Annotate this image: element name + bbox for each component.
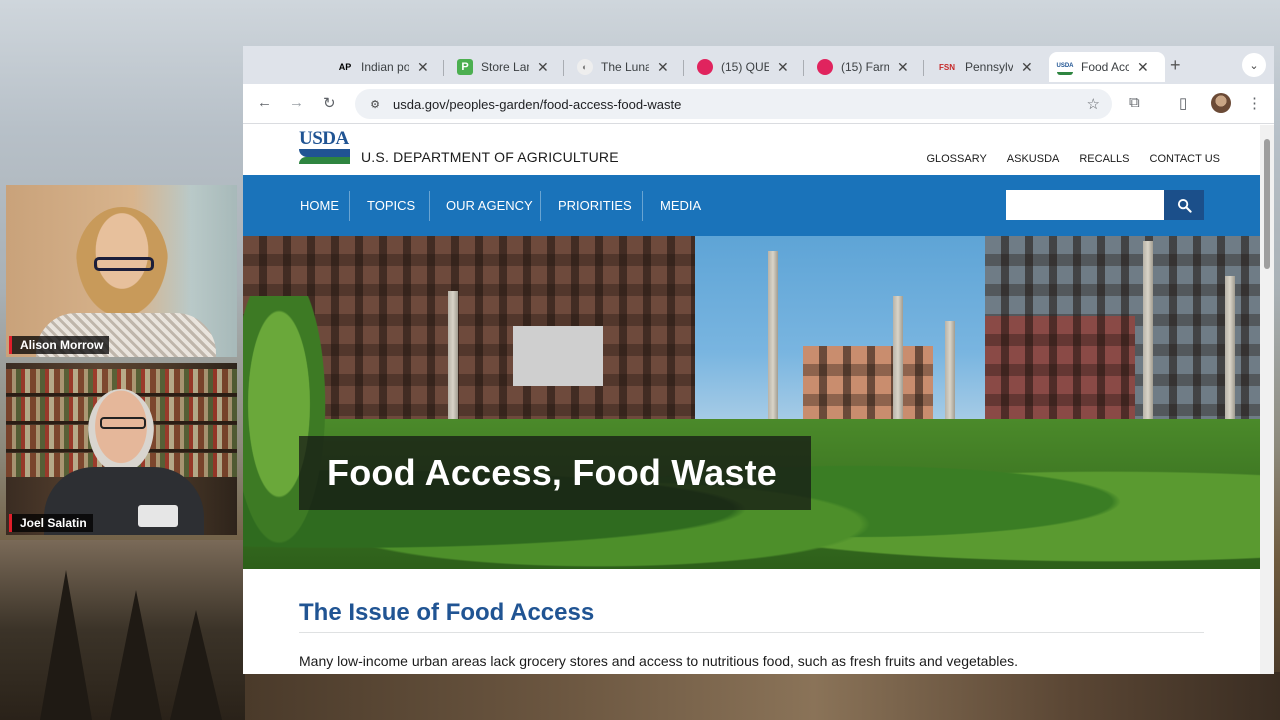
fsn-favicon-icon: FSN [939,62,955,72]
reload-icon[interactable]: ↻ [323,94,336,112]
tab-separator [803,60,804,76]
nav-item-topics[interactable]: TOPICS [367,175,415,236]
department-name: U.S. DEPARTMENT OF AGRICULTURE [361,149,619,165]
profile-avatar[interactable] [1211,93,1231,113]
glasses [94,257,154,271]
new-tab-plus-icon[interactable]: + [1170,55,1181,76]
nav-divider [642,191,643,221]
logo-green-swoosh [299,157,350,164]
browser-tab-active[interactable]: USDA Food Acc ✕ [1049,52,1165,82]
tab-separator [923,60,924,76]
page-scrollbar[interactable] [1260,125,1274,674]
nav-item-our-agency[interactable]: OUR AGENCY [446,175,533,236]
browser-tab[interactable]: P Store Lane ✕ [449,52,557,82]
hero-banner: Food Access, Food Waste [243,236,1260,569]
utility-link-askusda[interactable]: ASKUSDA [1007,153,1060,165]
site-search-input[interactable] [1006,190,1164,220]
more-menu-icon[interactable]: ⋮ [1247,94,1262,112]
nav-divider [540,191,541,221]
desktop-wallpaper-rocks [245,672,1280,720]
tree-silhouette [40,570,92,720]
search-icon [1177,198,1192,213]
nav-divider [349,191,350,221]
video-tile-participant-1[interactable]: Alison Morrow [6,185,237,357]
tab-search-chevron-icon[interactable]: ⌄ [1242,53,1266,77]
close-tab-icon[interactable]: ✕ [897,59,909,76]
shirt-logo [138,505,178,527]
browser-tab[interactable]: (15) Farm ✕ [809,52,917,82]
desktop-wallpaper-trees [0,540,245,720]
garden-leaves-image [243,296,333,566]
tab-title: Pennsylva [965,60,1013,74]
participant-name-tag: Alison Morrow [9,336,110,354]
tab-title: Indian poli [361,60,409,74]
section-paragraph: Many low-income urban areas lack grocery… [299,653,1019,669]
extensions-puzzle-icon[interactable]: ⧉ [1129,94,1140,111]
site-settings-icon[interactable]: ⚙ [367,96,383,112]
tree-silhouette [170,610,222,720]
browser-window: AP Indian poli ✕ P Store Lane ✕ ◐ The Lu… [243,46,1274,674]
page-title: Food Access, Food Waste [327,452,777,493]
browser-tab[interactable]: ◐ The Lunar ✕ [569,52,677,82]
building-sign-image [513,326,603,386]
tree-silhouette [110,590,162,720]
side-panel-icon[interactable]: ▯ [1179,94,1187,112]
close-tab-icon[interactable]: ✕ [537,59,549,76]
tab-separator [683,60,684,76]
web-page: USDA U.S. DEPARTMENT OF AGRICULTURE GLOS… [243,125,1260,674]
browser-tab[interactable]: FSN Pennsylva ✕ [929,52,1041,82]
utility-link-contact-us[interactable]: CONTACT US [1150,153,1221,165]
tab-strip: AP Indian poli ✕ P Store Lane ✕ ◐ The Lu… [243,46,1274,84]
usda-logo-text: USDA [299,128,349,149]
utility-link-recalls[interactable]: RECALLS [1079,153,1129,165]
logo-blue-swoosh [299,149,350,157]
tab-title: (15) Farm [841,60,889,74]
bookmark-star-icon[interactable]: ☆ [1087,95,1100,113]
close-tab-icon[interactable]: ✕ [657,59,669,76]
usda-favicon-icon: USDA [1057,59,1074,75]
red-dot-favicon-icon [697,59,713,75]
nav-divider [429,191,430,221]
site-header: USDA U.S. DEPARTMENT OF AGRICULTURE GLOS… [243,125,1260,175]
browser-tab[interactable]: (15) QUE ✕ [689,52,797,82]
section-heading: The Issue of Food Access [299,599,595,626]
moon-favicon-icon: ◐ [577,59,593,75]
usda-logo[interactable]: USDA [299,128,350,164]
red-dot-favicon-icon [817,59,833,75]
ap-favicon-icon: AP [338,62,352,72]
hero-title-box: Food Access, Food Waste [299,436,811,510]
glasses [100,417,146,429]
tab-separator [443,60,444,76]
main-navigation: HOME TOPICS OUR AGENCY PRIORITIES MEDIA [243,175,1260,236]
address-url[interactable]: usda.gov/peoples-garden/food-access-food… [393,97,681,112]
close-tab-icon[interactable]: ✕ [1137,59,1149,76]
tab-title: The Lunar [601,60,649,74]
nav-item-home[interactable]: HOME [300,175,339,236]
search-button[interactable] [1164,190,1204,220]
browser-toolbar: ← → ↻ ⚙ usda.gov/peoples-garden/food-acc… [243,84,1274,124]
video-tile-participant-2[interactable]: Joel Salatin [6,363,237,535]
nav-item-media[interactable]: MEDIA [660,175,701,236]
scrollbar-thumb[interactable] [1264,139,1270,269]
utility-link-glossary[interactable]: GLOSSARY [926,153,986,165]
forward-arrow-icon[interactable]: → [289,94,304,111]
section-divider [299,632,1204,633]
utility-links: GLOSSARY ASKUSDA RECALLS CONTACT US [926,153,1220,165]
nav-item-priorities[interactable]: PRIORITIES [558,175,632,236]
back-arrow-icon[interactable]: ← [257,94,272,111]
tab-title: Store Lane [481,60,529,74]
tab-title: (15) QUE [721,60,769,74]
tab-separator [563,60,564,76]
close-tab-icon[interactable]: ✕ [417,59,429,76]
red-building-image [985,316,1135,436]
close-tab-icon[interactable]: ✕ [1021,59,1033,76]
address-bar[interactable]: ⚙ usda.gov/peoples-garden/food-access-fo… [355,89,1112,119]
p-favicon-icon: P [457,59,473,75]
participant-name-tag: Joel Salatin [9,514,93,532]
tab-title: Food Acc [1081,60,1129,74]
participant-video [88,389,154,473]
close-tab-icon[interactable]: ✕ [777,59,789,76]
browser-tab[interactable]: AP Indian poli ✕ [329,52,437,82]
